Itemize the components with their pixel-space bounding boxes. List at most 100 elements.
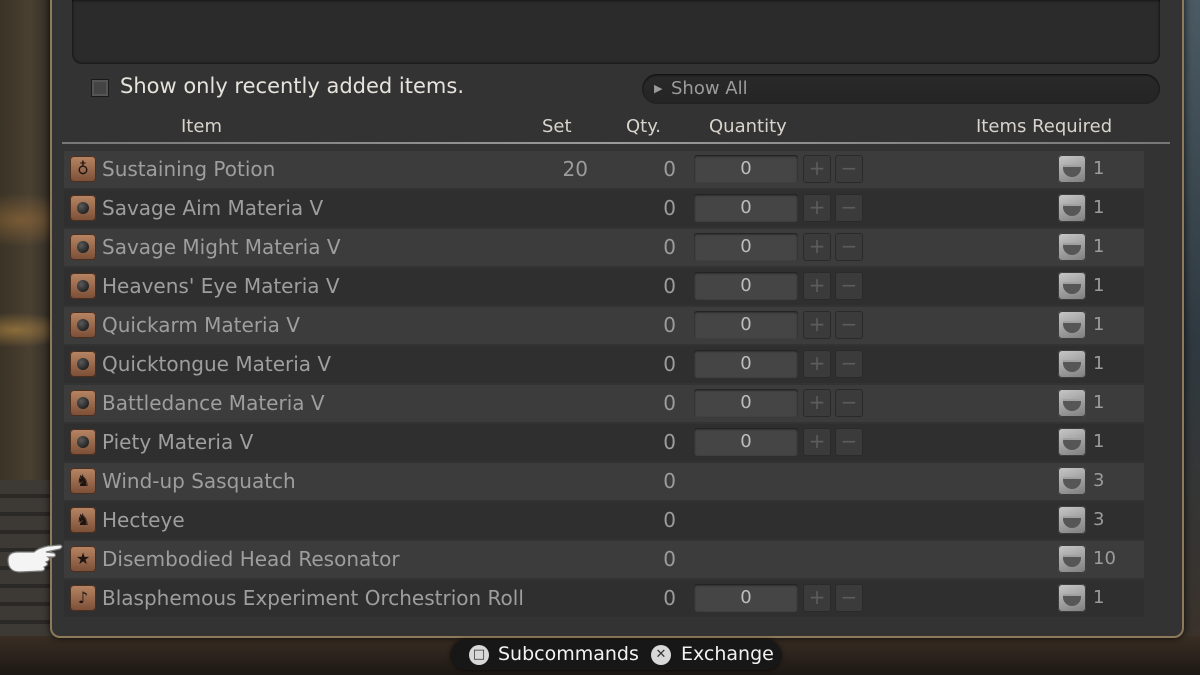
item-name: Heavens' Eye Materia V (102, 274, 340, 298)
quantity-input[interactable]: 0 (694, 194, 798, 222)
item-name: Savage Aim Materia V (102, 196, 324, 220)
minion-icon: ♞ (70, 507, 96, 533)
quantity-input[interactable]: 0 (694, 584, 798, 612)
required-currency-icon (1058, 545, 1086, 573)
increment-button[interactable]: + (803, 428, 831, 456)
required-count: 1 (1093, 275, 1105, 296)
table-row[interactable]: ★ Disembodied Head Resonator 0 10 (64, 541, 1144, 578)
square-button-icon: □ (469, 645, 489, 665)
item-name: Hecteye (102, 508, 185, 532)
required-currency-icon (1058, 350, 1086, 378)
table-row[interactable]: Quickarm Materia V 0 0 + −1 (64, 307, 1144, 344)
required-count: 1 (1093, 353, 1105, 374)
materia-icon (70, 429, 96, 455)
increment-button[interactable]: + (803, 272, 831, 300)
table-row[interactable]: ♞ Wind-up Sasquatch 0 3 (64, 463, 1144, 500)
owned-qty-value: 0 (663, 391, 676, 415)
column-header-qty: Qty. (626, 116, 662, 137)
owned-qty-value: 0 (663, 196, 676, 220)
quantity-input[interactable]: 0 (694, 350, 798, 378)
increment-button[interactable]: + (803, 194, 831, 222)
table-row[interactable]: Heavens' Eye Materia V 0 0 + −1 (64, 268, 1144, 305)
table-row[interactable]: ♁ Sustaining Potion 20 0 0 + −1 (64, 151, 1144, 188)
item-name: Piety Materia V (102, 430, 254, 454)
table-row[interactable]: Piety Materia V 0 0 + −1 (64, 424, 1144, 461)
quantity-input[interactable]: 0 (694, 233, 798, 261)
owned-qty-value: 0 (663, 430, 676, 454)
required-count: 1 (1093, 392, 1105, 413)
required-currency-icon (1058, 506, 1086, 534)
quantity-input[interactable]: 0 (694, 428, 798, 456)
column-header-item: Item (181, 116, 222, 137)
controller-hints-bar: □ Subcommands ✕ Exchange (451, 640, 781, 670)
materia-icon (70, 390, 96, 416)
column-header-quantity: Quantity (709, 116, 787, 137)
decrement-button[interactable]: − (835, 272, 863, 300)
required-count: 1 (1093, 314, 1105, 335)
increment-button[interactable]: + (803, 584, 831, 612)
owned-qty-value: 0 (663, 469, 676, 493)
required-currency-icon (1058, 584, 1086, 612)
recent-items-label[interactable]: Show only recently added items. (120, 74, 464, 98)
star-icon: ★ (70, 546, 96, 572)
increment-button[interactable]: + (803, 155, 831, 183)
required-count: 1 (1093, 236, 1105, 257)
required-currency-icon (1058, 194, 1086, 222)
table-row[interactable]: Savage Aim Materia V 0 0 + −1 (64, 190, 1144, 227)
potion-icon: ♁ (70, 156, 96, 182)
recent-items-checkbox[interactable] (91, 79, 109, 97)
owned-qty-value: 0 (663, 313, 676, 337)
required-count: 10 (1093, 548, 1116, 569)
required-count: 1 (1093, 587, 1105, 608)
decrement-button[interactable]: − (835, 194, 863, 222)
owned-qty-value: 0 (663, 508, 676, 532)
required-currency-icon (1058, 428, 1086, 456)
owned-qty-value: 0 (663, 274, 676, 298)
right-triangle-icon: ▶ (654, 82, 663, 95)
owned-qty-value: 0 (663, 586, 676, 610)
cross-button-icon: ✕ (651, 645, 671, 665)
quantity-input[interactable]: 0 (694, 389, 798, 417)
increment-button[interactable]: + (803, 389, 831, 417)
table-row[interactable]: ♪ Blasphemous Experiment Orchestrion Roll… (64, 580, 1144, 617)
column-header-set: Set (542, 116, 572, 137)
show-all-dropdown[interactable]: ▶ Show All (642, 74, 1160, 104)
item-name: Wind-up Sasquatch (102, 469, 296, 493)
decrement-button[interactable]: − (835, 311, 863, 339)
table-row[interactable]: ♞ Hecteye 0 3 (64, 502, 1144, 539)
increment-button[interactable]: + (803, 311, 831, 339)
increment-button[interactable]: + (803, 233, 831, 261)
decrement-button[interactable]: − (835, 428, 863, 456)
required-currency-icon (1058, 311, 1086, 339)
decrement-button[interactable]: − (835, 350, 863, 378)
subcommands-hint[interactable]: Subcommands (498, 643, 639, 665)
decrement-button[interactable]: − (835, 233, 863, 261)
minion-icon: ♞ (70, 468, 96, 494)
table-row[interactable]: Quicktongue Materia V 0 0 + −1 (64, 346, 1144, 383)
quantity-input[interactable]: 0 (694, 272, 798, 300)
materia-icon (70, 312, 96, 338)
item-name: Quicktongue Materia V (102, 352, 332, 376)
decrement-button[interactable]: − (835, 155, 863, 183)
decrement-button[interactable]: − (835, 389, 863, 417)
table-row[interactable]: Battledance Materia V 0 0 + −1 (64, 385, 1144, 422)
required-count: 1 (1093, 158, 1105, 179)
item-name: Battledance Materia V (102, 391, 325, 415)
owned-qty-value: 0 (663, 235, 676, 259)
owned-qty-value: 0 (663, 352, 676, 376)
quantity-input[interactable]: 0 (694, 311, 798, 339)
item-name: Blasphemous Experiment Orchestrion Roll (102, 586, 524, 610)
decrement-button[interactable]: − (835, 584, 863, 612)
required-currency-icon (1058, 389, 1086, 417)
increment-button[interactable]: + (803, 350, 831, 378)
exchange-hint[interactable]: Exchange (681, 643, 774, 665)
show-all-label: Show All (671, 78, 748, 99)
quantity-input[interactable]: 0 (694, 155, 798, 183)
music-note-icon: ♪ (70, 585, 96, 611)
item-name: Sustaining Potion (102, 157, 276, 181)
materia-icon (70, 195, 96, 221)
required-currency-icon (1058, 233, 1086, 261)
required-currency-icon (1058, 467, 1086, 495)
materia-icon (70, 351, 96, 377)
table-row[interactable]: Savage Might Materia V 0 0 + −1 (64, 229, 1144, 266)
